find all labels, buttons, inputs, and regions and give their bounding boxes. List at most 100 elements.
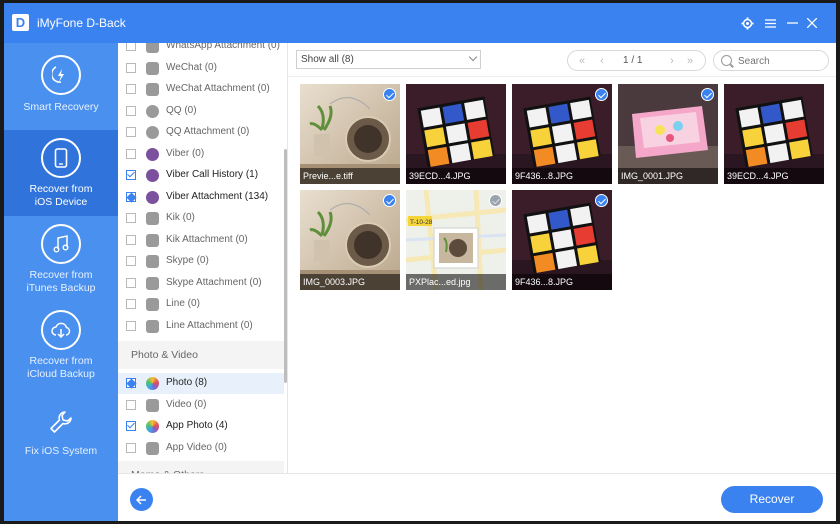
close-icon[interactable] — [803, 14, 821, 32]
category-item[interactable]: Kik Attachment (0) — [118, 230, 284, 251]
check-badge-icon[interactable] — [701, 88, 714, 101]
minimize-icon[interactable] — [783, 14, 801, 32]
category-item[interactable]: WeChat Attachment (0) — [118, 79, 284, 100]
pager: « ‹ 1 / 1 › » — [567, 50, 706, 71]
category-checkbox[interactable] — [126, 442, 136, 453]
filter-value: Show all (8) — [301, 54, 354, 65]
category-checkbox[interactable] — [126, 320, 136, 331]
nav-recover-itunes-backup[interactable]: Recover from iTunes Backup — [4, 216, 118, 302]
thumbnail-grid: Previe...e.tiff 39ECD...4.JPG 9F436...8.JP… — [288, 77, 836, 473]
category-item[interactable]: Viber (0) — [118, 144, 284, 165]
line-icon — [146, 298, 159, 311]
photo-thumbnail[interactable]: 39ECD...4.JPG — [406, 84, 506, 184]
first-page-icon[interactable]: « — [576, 54, 588, 68]
category-label: Viber Attachment (134) — [166, 190, 269, 202]
category-item[interactable]: QQ (0) — [118, 101, 284, 122]
category-label: WeChat Attachment (0) — [166, 83, 270, 94]
category-checkbox[interactable] — [126, 62, 136, 73]
category-checkbox[interactable] — [126, 170, 136, 180]
check-badge-icon[interactable] — [489, 194, 502, 207]
nav-fix-ios-system[interactable]: Fix iOS System — [4, 388, 118, 474]
category-item[interactable]: QQ Attachment (0) — [118, 122, 284, 143]
check-badge-icon[interactable] — [383, 88, 396, 101]
category-item[interactable]: WhatsApp Attachment (0) — [118, 43, 284, 57]
thumbnail-caption: PXPlac...ed.jpg — [406, 274, 506, 290]
footer: Recover — [118, 473, 836, 521]
category-item[interactable]: App Video (0) — [118, 438, 284, 459]
photos-icon — [146, 420, 159, 433]
thumbnail-caption: 9F436...8.JPG — [512, 274, 612, 290]
viber-icon — [146, 169, 159, 182]
nav-label: Recover from iCloud Backup — [27, 355, 95, 380]
last-page-icon[interactable]: » — [684, 54, 696, 68]
category-item[interactable]: Viber Call History (1) — [118, 165, 284, 186]
photo-thumbnail[interactable]: IMG_0003.JPG — [300, 190, 400, 290]
prev-page-icon[interactable]: ‹ — [596, 54, 608, 68]
category-item[interactable]: WeChat (0) — [118, 58, 284, 79]
photo-thumbnail[interactable]: 9F436...8.JPG — [512, 190, 612, 290]
video-icon — [146, 441, 159, 455]
category-checkbox[interactable] — [126, 43, 136, 51]
category-checkbox[interactable] — [126, 191, 136, 202]
back-button[interactable] — [130, 488, 153, 511]
category-item[interactable]: App Photo (4) — [118, 416, 284, 437]
category-label: Line (0) — [166, 298, 200, 309]
category-scrollbar[interactable] — [284, 149, 287, 383]
menu-icon[interactable] — [761, 14, 779, 32]
kik-icon — [146, 212, 159, 225]
nav-recover-ios-device[interactable]: Recover from iOS Device — [4, 130, 118, 216]
check-badge-icon[interactable] — [595, 194, 608, 207]
category-checkbox[interactable] — [126, 148, 136, 159]
category-label: Photo (8) — [166, 377, 208, 388]
category-label: App Photo (4) — [166, 420, 228, 431]
category-checkbox[interactable] — [126, 277, 136, 288]
category-checkbox[interactable] — [126, 84, 136, 94]
gear-icon[interactable] — [738, 14, 756, 32]
photo-thumbnail[interactable]: Previe...e.tiff — [300, 84, 400, 184]
qq-icon — [146, 126, 159, 139]
category-checkbox[interactable] — [126, 127, 136, 137]
nav-label: Recover from iTunes Backup — [26, 269, 96, 294]
category-item[interactable]: Skype (0) — [118, 251, 284, 272]
next-page-icon[interactable]: › — [666, 54, 678, 68]
photo-thumbnail[interactable]: 9F436...8.JPG — [512, 84, 612, 184]
category-label: Viber (0) — [166, 147, 205, 159]
photo-thumbnail[interactable]: IMG_0001.JPG — [618, 84, 718, 184]
line-icon — [146, 319, 159, 333]
nav-recover-icloud-backup[interactable]: Recover from iCloud Backup — [4, 302, 118, 388]
category-item[interactable]: Skype Attachment (0) — [118, 273, 284, 294]
category-item[interactable]: Video (0) — [118, 395, 284, 416]
qq-icon — [146, 104, 159, 118]
section-photo-video: Photo & Video — [118, 341, 284, 369]
category-checkbox[interactable] — [126, 299, 136, 309]
category-item[interactable]: Kik (0) — [118, 208, 284, 229]
recover-button[interactable]: Recover — [721, 486, 823, 513]
category-checkbox[interactable] — [126, 213, 136, 223]
category-label: QQ Attachment (0) — [166, 126, 250, 137]
category-item[interactable]: Viber Attachment (134) — [118, 187, 284, 208]
toolbar: Show all (8) « ‹ 1 / 1 › » — [288, 43, 836, 77]
photo-thumbnail[interactable]: 39ECD...4.JPG — [724, 84, 824, 184]
check-badge-icon[interactable] — [383, 194, 396, 207]
category-item[interactable]: Line Attachment (0) — [118, 316, 284, 337]
search-input[interactable] — [738, 54, 824, 68]
check-badge-icon[interactable] — [595, 88, 608, 101]
thumbnail-caption: 39ECD...4.JPG — [724, 168, 824, 184]
category-checkbox[interactable] — [126, 421, 136, 431]
wrench-icon — [41, 402, 81, 442]
category-label: Skype Attachment (0) — [166, 276, 262, 288]
nav-label: Smart Recovery — [23, 101, 99, 113]
category-checkbox[interactable] — [126, 378, 136, 388]
category-checkbox[interactable] — [126, 105, 136, 116]
title-bar: D iMyFone D-Back — [4, 3, 836, 43]
nav-smart-recovery[interactable]: Smart Recovery — [4, 43, 118, 129]
wechat-icon — [146, 83, 159, 96]
category-item[interactable]: Line (0) — [118, 294, 284, 315]
filter-select[interactable]: Show all (8) — [296, 50, 481, 69]
photo-thumbnail[interactable]: T-10-28 PXPlac...ed.jpg — [406, 190, 506, 290]
thumbnail-caption: IMG_0003.JPG — [300, 274, 400, 290]
category-checkbox[interactable] — [126, 399, 136, 410]
category-item[interactable]: Photo (8) — [118, 373, 284, 394]
category-checkbox[interactable] — [126, 234, 136, 245]
category-checkbox[interactable] — [126, 256, 136, 266]
